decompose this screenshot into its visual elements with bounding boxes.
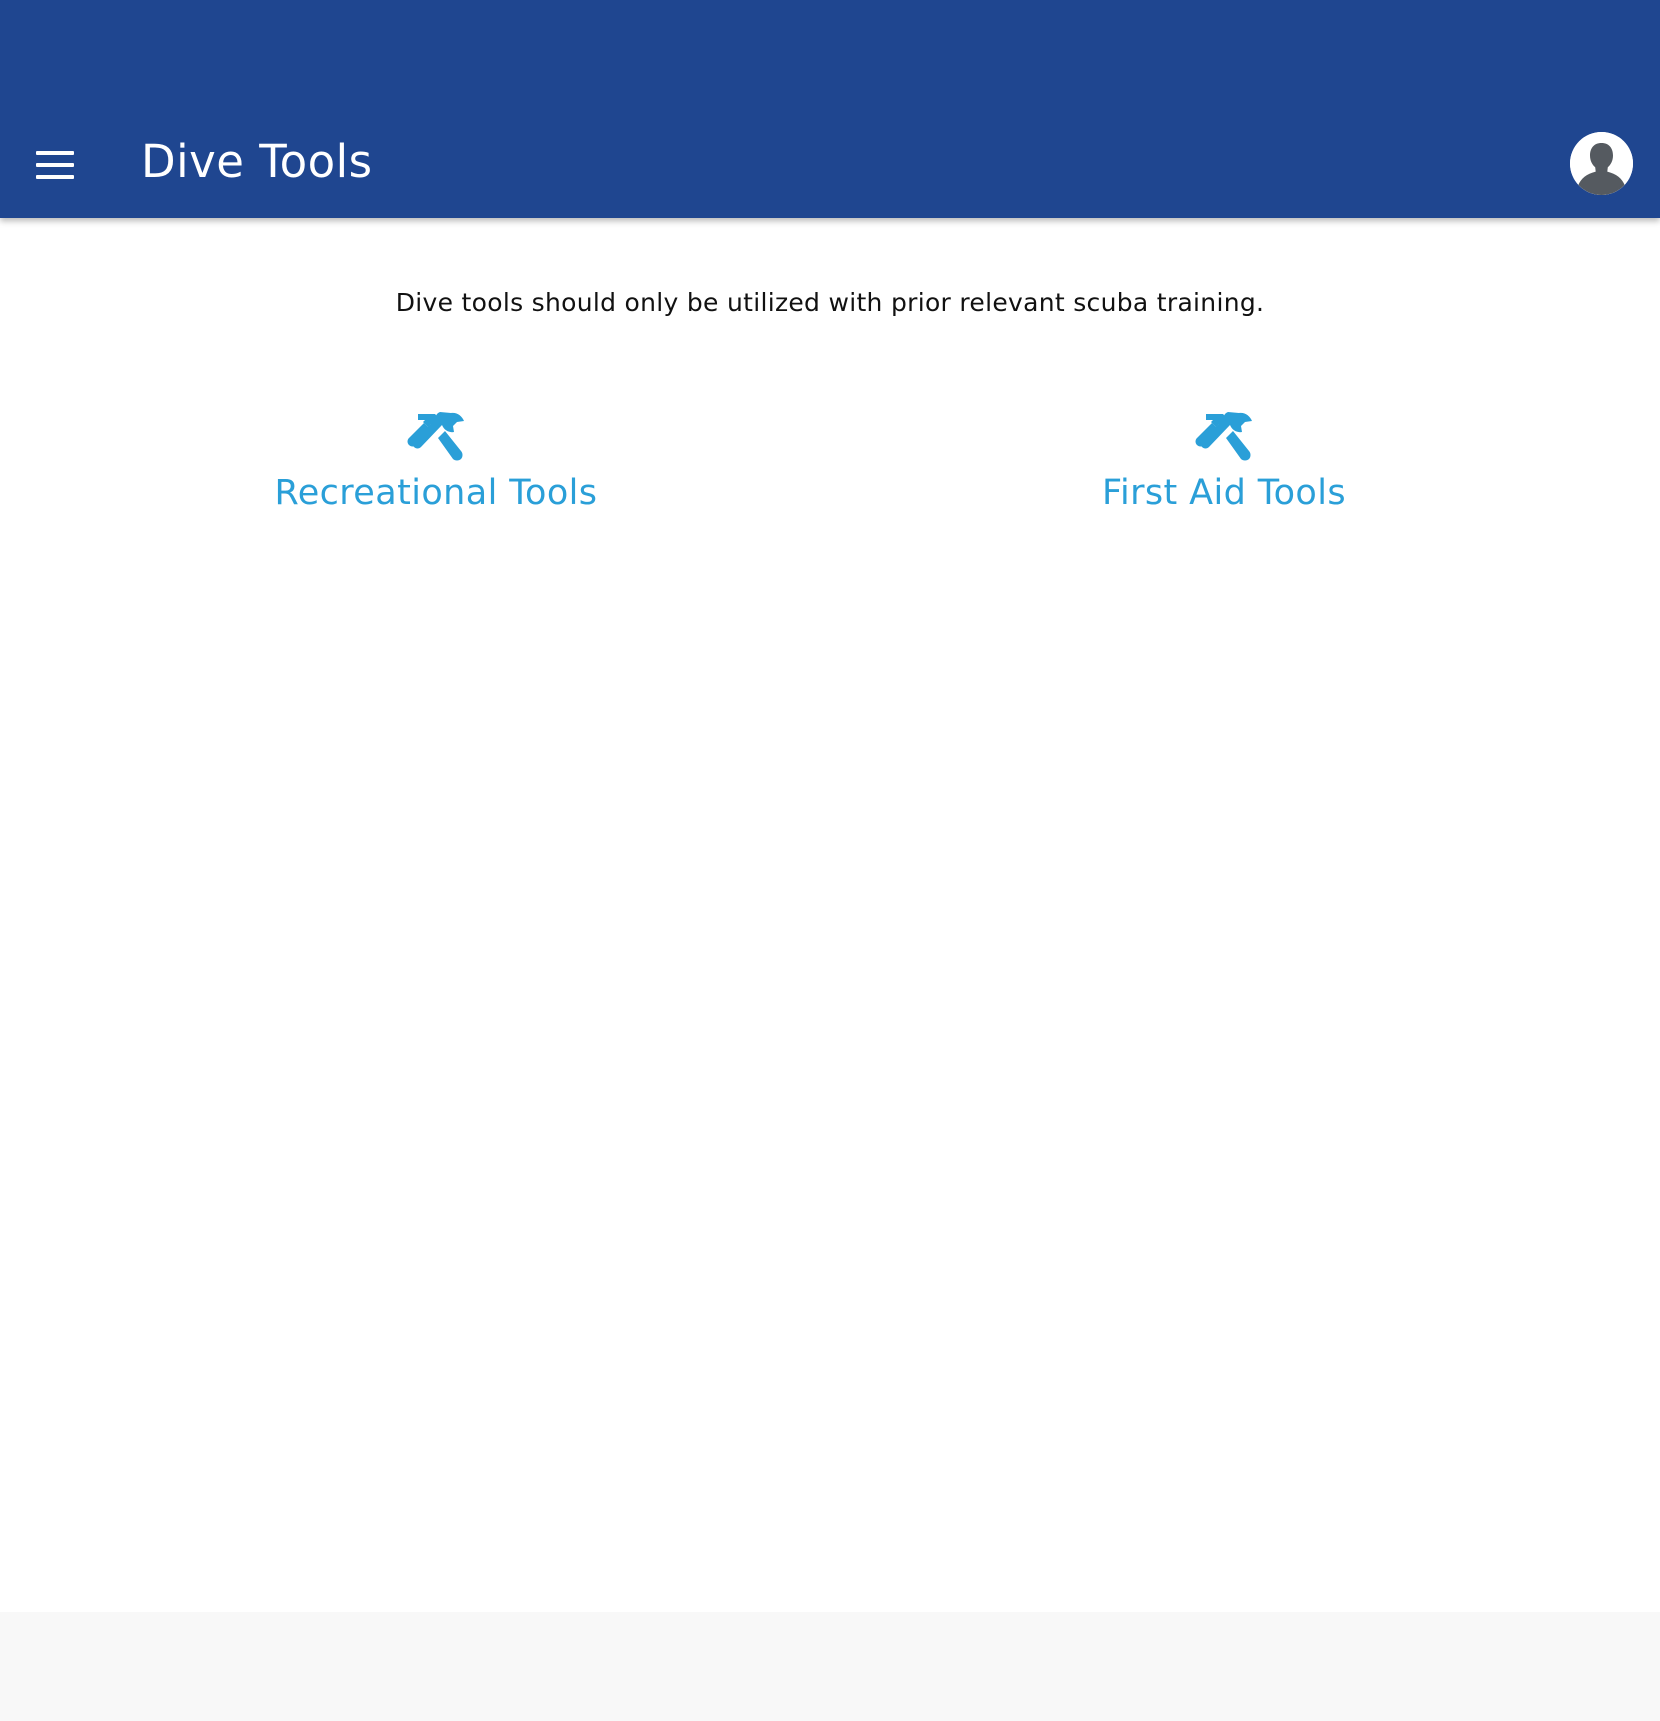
menu-icon (36, 151, 74, 179)
user-avatar-icon (1570, 132, 1633, 195)
hammer-wrench-icon (407, 412, 464, 461)
menu-button[interactable] (30, 140, 80, 190)
first-aid-tools-link[interactable]: First Aid Tools (964, 410, 1484, 540)
main-content: Dive tools should only be utilized with … (0, 218, 1660, 1612)
app: Dive Tools Dive tools should only be uti… (0, 0, 1660, 1721)
page-title: Dive Tools (141, 135, 373, 188)
first-aid-tools-label: First Aid Tools (1101, 473, 1346, 513)
training-notice: Dive tools should only be utilized with … (395, 288, 1265, 317)
recreational-tools-link[interactable]: Recreational Tools (176, 410, 696, 540)
user-avatar[interactable] (1570, 132, 1633, 195)
hammer-wrench-icon (1195, 412, 1252, 461)
footer (0, 1612, 1660, 1721)
app-bar: Dive Tools (0, 0, 1660, 218)
recreational-tools-label: Recreational Tools (274, 473, 598, 513)
